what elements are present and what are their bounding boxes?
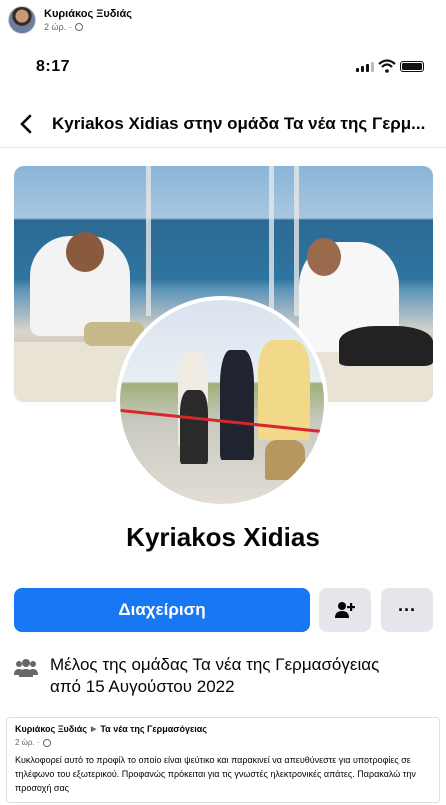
- chevron-left-icon[interactable]: [12, 110, 40, 138]
- author-avatar[interactable]: [8, 6, 36, 34]
- group-membership: Μέλος της ομάδας Τα νέα της Γερμασόγειας…: [14, 654, 434, 698]
- globe-icon: [42, 738, 51, 747]
- profile-name: Kyriakos Xidias: [126, 522, 320, 552]
- shared-post-meta: 2 ώρ. ·: [15, 738, 431, 747]
- post-meta: 2 ώρ. ·: [44, 22, 132, 32]
- battery-icon: [400, 61, 424, 72]
- member-prefix: Μέλος της ομάδας: [50, 655, 193, 674]
- group-link[interactable]: Τα νέα της Γερμασόγειας: [192, 655, 379, 674]
- post-time[interactable]: 2 ώρ. ·: [44, 22, 72, 32]
- top-nav-bar: Kyriakos Xidias στην ομάδα Τα νέα της Γε…: [0, 100, 446, 148]
- member-since: από 15 Αυγούστου 2022: [50, 677, 235, 696]
- signal-icon: [356, 62, 374, 72]
- arrow-right-icon: ▶: [90, 726, 97, 733]
- status-bar: 8:17: [0, 42, 446, 92]
- post-header-text: Κυριάκος Ξυδιάς 2 ώρ. ·: [44, 8, 132, 32]
- add-friend-button[interactable]: [319, 588, 371, 632]
- manage-button[interactable]: Διαχείριση: [14, 588, 310, 632]
- status-time: 8:17: [36, 58, 71, 75]
- globe-icon: [74, 23, 83, 31]
- person-plus-icon: [335, 602, 355, 618]
- phone-screenshot: 8:17 Kyriakos Xidias στην ομάδα Τα νέα τ…: [0, 42, 446, 712]
- shared-author[interactable]: Κυριάκος Ξυδιάς: [15, 724, 87, 734]
- nav-title: Kyriakos Xidias στην ομάδα Τα νέα της Γε…: [52, 113, 426, 133]
- shared-group[interactable]: Τα νέα της Γερμασόγειας: [100, 724, 207, 734]
- screen-root: Κυριάκος Ξυδιάς 2 ώρ. · 8:17 Kyriakos Xi…: [0, 0, 446, 805]
- shared-time[interactable]: 2 ώρ. ·: [15, 738, 40, 747]
- shared-post-body: Κυκλοφορεί αυτό το προφίλ το οποίο είναι…: [15, 755, 416, 793]
- more-options-button[interactable]: ···: [381, 588, 433, 632]
- shared-post-header: Κυριάκος Ξυδιάς ▶ Τα νέα της Γερμασόγεια…: [15, 724, 431, 734]
- shared-post-card: Κυριάκος Ξυδιάς ▶ Τα νέα της Γερμασόγεια…: [6, 717, 440, 803]
- group-icon: [14, 659, 38, 677]
- profile-picture[interactable]: [116, 296, 328, 508]
- post-header: Κυριάκος Ξυδιάς 2 ώρ. ·: [0, 0, 446, 40]
- post-author-name[interactable]: Κυριάκος Ξυδιάς: [44, 8, 132, 20]
- membership-text: Μέλος της ομάδας Τα νέα της Γερμασόγειας…: [50, 654, 379, 698]
- wifi-icon: [378, 59, 396, 73]
